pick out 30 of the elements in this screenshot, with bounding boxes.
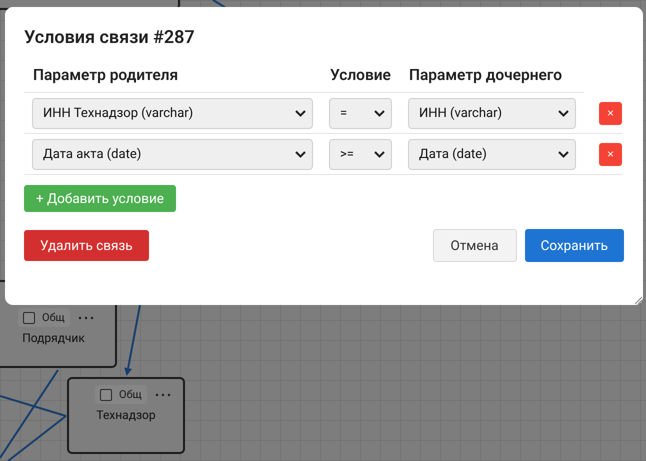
column-header: Параметр родителя <box>24 66 321 93</box>
delete-row-button[interactable]: × <box>599 102 622 124</box>
connector-line <box>212 0 227 9</box>
child-select[interactable]: Дата (date) <box>408 138 576 170</box>
chevron-down-icon <box>295 150 306 158</box>
node-label: Технадзор <box>96 408 156 422</box>
save-button[interactable]: Сохранить <box>524 229 624 262</box>
cancel-button[interactable]: Отмена <box>432 229 517 262</box>
operator-select[interactable]: >= <box>329 138 392 170</box>
more-icon[interactable] <box>154 392 171 396</box>
delete-link-button[interactable]: Удалить связь <box>24 230 149 261</box>
checkbox[interactable]: Общ <box>95 385 147 404</box>
operator-select[interactable]: = <box>329 98 392 128</box>
chevron-down-icon <box>374 150 385 158</box>
chevron-down-icon <box>295 110 306 116</box>
connector-arrow <box>124 304 141 376</box>
column-header: Параметр дочернего <box>400 66 584 93</box>
dialog-title: Условия связи #287 <box>24 27 196 48</box>
resize-grip-icon[interactable] <box>634 296 642 304</box>
child-select[interactable]: ИНН (varchar) <box>408 98 576 128</box>
delete-row-button[interactable]: × <box>599 142 622 166</box>
more-icon[interactable] <box>78 316 94 320</box>
chevron-down-icon <box>558 150 569 158</box>
node-label: Подрядчик <box>22 331 85 345</box>
chevron-down-icon <box>558 110 569 116</box>
parent-select[interactable]: ИНН Технадзор (varchar) <box>32 98 313 128</box>
column-header: Условие <box>321 66 400 93</box>
checkbox[interactable]: Общ <box>18 308 70 327</box>
parent-select[interactable]: Дата акта (date) <box>32 138 313 170</box>
chevron-down-icon <box>374 110 385 116</box>
